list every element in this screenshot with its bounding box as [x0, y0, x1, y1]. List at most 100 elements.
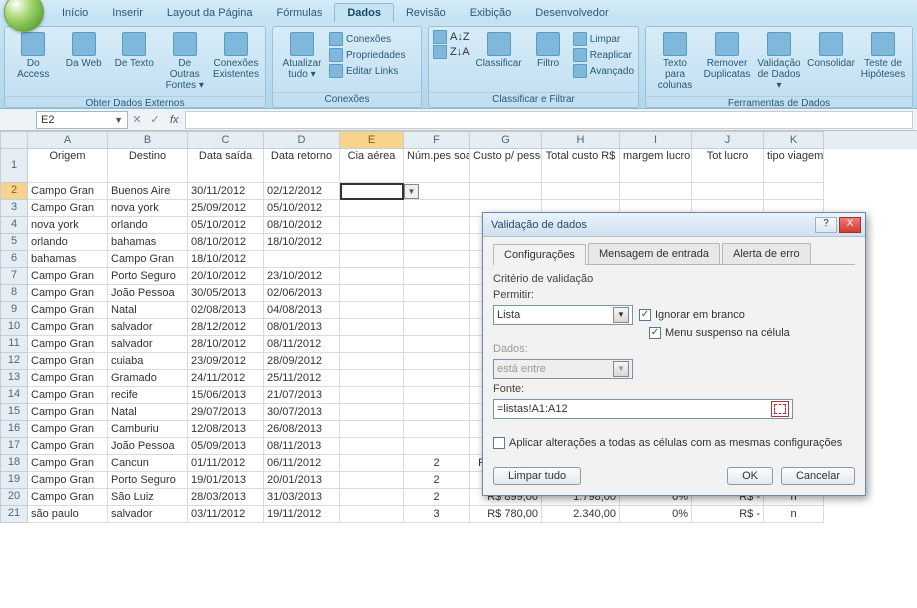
cell[interactable]: [404, 404, 470, 421]
tab-desenvolvedor[interactable]: Desenvolvedor: [523, 4, 620, 22]
header-cell[interactable]: Custo p/ pessoa: [470, 149, 542, 183]
ext-da-web-button[interactable]: Da Web: [60, 30, 109, 71]
header-cell[interactable]: Tot lucro: [692, 149, 764, 183]
cell[interactable]: 03/11/2012: [188, 506, 264, 523]
tab-início[interactable]: Início: [50, 4, 100, 22]
row-header[interactable]: 14: [0, 387, 28, 404]
cancel-edit-icon[interactable]: ✕: [128, 113, 146, 126]
dialog-tab-configura-es[interactable]: Configurações: [493, 244, 586, 265]
cell[interactable]: [404, 370, 470, 387]
sort-button[interactable]: Classificar: [474, 30, 524, 71]
cell[interactable]: 02/12/2012: [264, 183, 340, 200]
apply-all-checkbox[interactable]: ✓ Aplicar alterações a todas as células …: [493, 437, 842, 449]
cell[interactable]: [404, 302, 470, 319]
cell[interactable]: João Pessoa: [108, 285, 188, 302]
cell[interactable]: bahamas: [108, 234, 188, 251]
cell[interactable]: Campo Gran: [28, 268, 108, 285]
cell[interactable]: Campo Gran: [108, 251, 188, 268]
cell[interactable]: 12/08/2013: [188, 421, 264, 438]
row-header[interactable]: 18: [0, 455, 28, 472]
col-header-F[interactable]: F: [404, 131, 470, 149]
select-all-corner[interactable]: [0, 131, 28, 149]
cell[interactable]: Campo Gran: [28, 302, 108, 319]
range-picker-icon[interactable]: [771, 401, 789, 417]
col-header-I[interactable]: I: [620, 131, 692, 149]
cell[interactable]: [340, 251, 404, 268]
cell[interactable]: [340, 200, 404, 217]
dialog-titlebar[interactable]: Validação de dados ? X: [483, 213, 865, 237]
cell[interactable]: 21/07/2013: [264, 387, 340, 404]
cell[interactable]: nova york: [108, 200, 188, 217]
cell[interactable]: orlando: [108, 217, 188, 234]
cell[interactable]: 25/09/2012: [188, 200, 264, 217]
cell[interactable]: 05/10/2012: [264, 200, 340, 217]
cell[interactable]: [404, 421, 470, 438]
name-box[interactable]: E2 ▼: [36, 111, 128, 129]
row-header[interactable]: 1: [0, 149, 28, 183]
cell[interactable]: Campo Gran: [28, 319, 108, 336]
cell[interactable]: salvador: [108, 319, 188, 336]
cell[interactable]: Campo Gran: [28, 404, 108, 421]
tab-revisão[interactable]: Revisão: [394, 4, 458, 22]
cell[interactable]: 2: [404, 455, 470, 472]
cell[interactable]: 18/10/2012: [188, 251, 264, 268]
formula-input[interactable]: [185, 111, 913, 129]
cell[interactable]: São Luiz: [108, 489, 188, 506]
row-header[interactable]: 16: [0, 421, 28, 438]
tool-valida-o-de-dados--button[interactable]: Validação de Dados ▾: [754, 30, 804, 93]
cell[interactable]: Porto Seguro: [108, 472, 188, 489]
cell[interactable]: [404, 285, 470, 302]
cell[interactable]: Campo Gran: [28, 455, 108, 472]
cell[interactable]: n: [764, 506, 824, 523]
cell[interactable]: [404, 251, 470, 268]
row-header[interactable]: 19: [0, 472, 28, 489]
cell[interactable]: [404, 387, 470, 404]
cell[interactable]: [340, 506, 404, 523]
cell[interactable]: 30/11/2012: [188, 183, 264, 200]
sort-limpar[interactable]: Limpar: [573, 32, 634, 46]
tab-inserir[interactable]: Inserir: [100, 4, 155, 22]
cell[interactable]: [340, 387, 404, 404]
cell[interactable]: salvador: [108, 506, 188, 523]
dialog-close-button[interactable]: X: [839, 217, 861, 233]
row-header[interactable]: 4: [0, 217, 28, 234]
row-header[interactable]: 2: [0, 183, 28, 200]
row-header[interactable]: 21: [0, 506, 28, 523]
sort-asc-button[interactable]: A↓Z: [433, 30, 470, 44]
cell[interactable]: 01/11/2012: [188, 455, 264, 472]
col-header-A[interactable]: A: [28, 131, 108, 149]
cell[interactable]: João Pessoa: [108, 438, 188, 455]
row-header[interactable]: 11: [0, 336, 28, 353]
ext-de-outras-fontes--button[interactable]: De Outras Fontes ▾: [161, 30, 210, 93]
cell[interactable]: 08/01/2013: [264, 319, 340, 336]
cell[interactable]: 19/01/2013: [188, 472, 264, 489]
cell[interactable]: 08/10/2012: [264, 217, 340, 234]
cell[interactable]: Gramado: [108, 370, 188, 387]
col-header-C[interactable]: C: [188, 131, 264, 149]
cell[interactable]: cuiaba: [108, 353, 188, 370]
cell[interactable]: 05/09/2013: [188, 438, 264, 455]
row-header[interactable]: 12: [0, 353, 28, 370]
cell[interactable]: 08/11/2012: [264, 336, 340, 353]
cell[interactable]: 28/09/2012: [264, 353, 340, 370]
cell[interactable]: 2.340,00: [542, 506, 620, 523]
row-header[interactable]: 15: [0, 404, 28, 421]
row-header[interactable]: 13: [0, 370, 28, 387]
cell[interactable]: 28/10/2012: [188, 336, 264, 353]
cell[interactable]: [404, 200, 470, 217]
row-header[interactable]: 20: [0, 489, 28, 506]
cell-dropdown-handle[interactable]: ▼: [404, 184, 419, 199]
filter-button[interactable]: Filtro: [526, 30, 571, 71]
cell[interactable]: nova york: [28, 217, 108, 234]
header-cell[interactable]: Destino: [108, 149, 188, 183]
conn-editar-links[interactable]: Editar Links: [329, 64, 405, 78]
dialog-help-button[interactable]: ?: [815, 217, 837, 233]
cell[interactable]: 08/10/2012: [188, 234, 264, 251]
cell[interactable]: Campo Gran: [28, 387, 108, 404]
header-cell[interactable]: tipo viagem: [764, 149, 824, 183]
cell[interactable]: 28/12/2012: [188, 319, 264, 336]
ok-button[interactable]: OK: [727, 467, 773, 485]
dialog-tab-alerta-de-erro[interactable]: Alerta de erro: [722, 243, 811, 264]
cell[interactable]: Campo Gran: [28, 438, 108, 455]
cell[interactable]: [404, 217, 470, 234]
